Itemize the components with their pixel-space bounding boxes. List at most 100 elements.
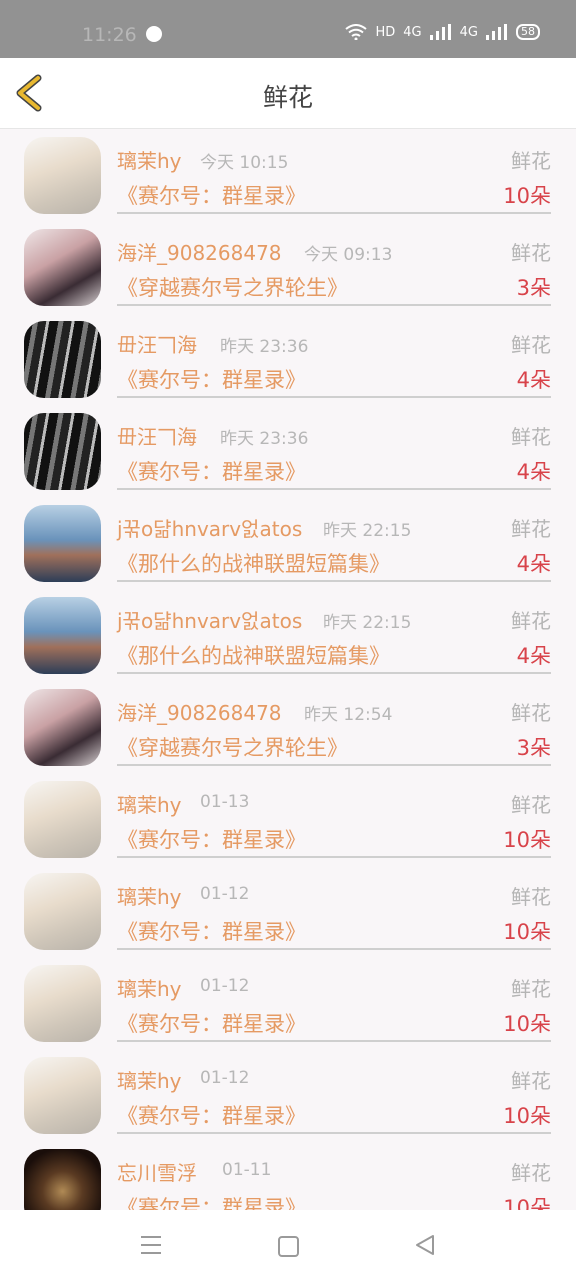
flower-count: 10朵 [503, 1104, 551, 1128]
battery-icon: 58 [516, 24, 540, 40]
flower-count: 4朵 [516, 368, 551, 392]
list-item[interactable]: 璃茉hy 今天 10:15 鲜花《赛尔号：群星录》 10朵 [0, 129, 576, 221]
timestamp: 昨天 22:15 [323, 521, 412, 541]
list-item[interactable]: 毌汪𠃍海 昨天 23:36 鲜花 《赛尔号：群星录》 4朵 [0, 405, 576, 497]
signal-icon [486, 24, 508, 40]
status-time: 11:26 [82, 24, 137, 46]
divider [117, 1040, 551, 1042]
gift-type: 鲜花 [511, 333, 551, 357]
divider [117, 856, 551, 858]
avatar[interactable] [24, 597, 101, 674]
list-item[interactable]: 璃茉hy 01-12 鲜花《赛尔号：群星录》 10朵 [0, 1049, 576, 1141]
gift-type: 鲜花 [511, 425, 551, 449]
book-title[interactable]: 《那什么的战神联盟短篇集》 [117, 640, 390, 670]
timestamp: 01-13 [200, 792, 250, 812]
divider [117, 396, 551, 398]
divider [117, 580, 551, 582]
user-name[interactable]: j꾺o댦hnvarv엀atos [117, 513, 302, 542]
timestamp: 01-12 [200, 884, 250, 904]
user-name[interactable]: j꾺o댦hnvarv엀atos [117, 605, 302, 634]
book-title[interactable]: 《赛尔号：群星录》 [117, 180, 306, 210]
book-title[interactable]: 《穿越赛尔号之界轮生》 [117, 272, 348, 302]
divider [117, 304, 551, 306]
wifi-icon [345, 24, 368, 40]
list-item[interactable]: j꾺o댦hnvarv엀atos 昨天 22:15 鲜花《那什么的战神联盟短篇集》 4朵 [0, 497, 576, 589]
timestamp: 今天 09:13 [304, 245, 393, 265]
menu-icon[interactable] [141, 1236, 161, 1254]
divider [117, 488, 551, 490]
timestamp: 01-12 [200, 1068, 250, 1088]
book-title[interactable]: 《赛尔号：群星录》 [117, 916, 306, 946]
book-title[interactable]: 《赛尔号：群星录》 [117, 824, 306, 854]
avatar[interactable] [24, 229, 101, 306]
list-item[interactable]: 毌汪𠃍海 昨天 23:36 鲜花《赛尔号：群星录》 4朵 [0, 313, 576, 405]
timestamp: 昨天 23:36 [220, 429, 309, 449]
list-item[interactable]: 海洋_908268478 今天 09:13 鲜花 《穿越赛尔号之界轮生》 3朵 [0, 221, 576, 313]
user-name[interactable]: 毌汪𠃍海 [117, 329, 197, 358]
avatar[interactable] [24, 781, 101, 858]
list-item[interactable]: 璃茉hy 01-13 鲜花《赛尔号：群星录》 10朵 [0, 773, 576, 865]
flower-count: 4朵 [516, 644, 551, 668]
timestamp: 昨天 23:36 [220, 337, 309, 357]
list-item[interactable]: 璃茉hy 01-12 鲜花《赛尔号：群星录》 10朵 [0, 957, 576, 1049]
gift-type: 鲜花 [511, 149, 551, 173]
book-title[interactable]: 《穿越赛尔号之界轮生》 [117, 732, 348, 762]
book-title[interactable]: 《赛尔号：群星录》 [117, 364, 306, 394]
gift-type: 鲜花 [511, 977, 551, 1001]
flower-count: 10朵 [503, 828, 551, 852]
user-name[interactable]: 璃茉hy [117, 789, 182, 818]
avatar[interactable] [24, 413, 101, 490]
user-name[interactable]: 璃茉hy [117, 1065, 182, 1094]
avatar[interactable] [24, 1149, 101, 1210]
avatar[interactable] [24, 873, 101, 950]
avatar[interactable] [24, 1057, 101, 1134]
timestamp: 昨天 12:54 [304, 705, 393, 725]
list-item[interactable]: j꾺o댦hnvarv엀atos 昨天 22:15 鲜花 《那什么的战神联盟短篇集》 4朵 [0, 589, 576, 681]
avatar[interactable] [24, 137, 101, 214]
divider [117, 1132, 551, 1134]
user-name[interactable]: 海洋_908268478 [117, 237, 282, 266]
flower-list: 璃茉hy 今天 10:15 鲜花 《赛尔号：群星录》 10朵 海洋_908268478 今天… [0, 129, 576, 1210]
network-label-1: 4G [403, 24, 422, 40]
home-button[interactable] [278, 1236, 299, 1257]
back-triangle-icon[interactable] [414, 1234, 436, 1256]
user-name[interactable]: 海洋_908268478 [117, 697, 282, 726]
book-title[interactable]: 《赛尔号：群星录》 [117, 1192, 306, 1210]
avatar[interactable] [24, 689, 101, 766]
gift-type: 鲜花 [511, 517, 551, 541]
book-title[interactable]: 《赛尔号：群星录》 [117, 456, 306, 486]
gift-type: 鲜花 [511, 1069, 551, 1093]
timestamp: 今天 10:15 [200, 153, 289, 173]
book-title[interactable]: 《赛尔号：群星录》 [117, 1100, 306, 1130]
gift-type: 鲜花 [511, 793, 551, 817]
divider [117, 948, 551, 950]
user-name[interactable]: 毌汪𠃍海 [117, 421, 197, 450]
app-header: 鲜花 [0, 58, 576, 129]
system-nav-bar [0, 1210, 576, 1280]
user-name[interactable]: 忘川雪浮 [117, 1157, 197, 1186]
globe-icon [146, 26, 162, 42]
timestamp: 01-11 [222, 1160, 272, 1180]
gift-type: 鲜花 [511, 1161, 551, 1185]
avatar[interactable] [24, 505, 101, 582]
user-name[interactable]: 璃茉hy [117, 973, 182, 1002]
status-icons: HD 4G 4G 58 [345, 24, 540, 40]
timestamp: 01-12 [200, 976, 250, 996]
status-bar: 11:26 HD 4G 4G 58 [0, 0, 576, 58]
flower-count: 4朵 [516, 552, 551, 576]
avatar[interactable] [24, 965, 101, 1042]
avatar[interactable] [24, 321, 101, 398]
flower-count: 10朵 [503, 1012, 551, 1036]
list-item[interactable]: 海洋_908268478 昨天 12:54 鲜花 《穿越赛尔号之界轮生》 3朵 [0, 681, 576, 773]
user-name[interactable]: 璃茉hy [117, 145, 182, 174]
user-name[interactable]: 璃茉hy [117, 881, 182, 910]
gift-type: 鲜花 [511, 241, 551, 265]
list-item[interactable]: 璃茉hy 01-12 鲜花 《赛尔号：群星录》 10朵 [0, 865, 576, 957]
list-item[interactable]: 忘川雪浮 01-11 鲜花 《赛尔号：群星录》 10朵 [0, 1141, 576, 1210]
timestamp: 昨天 22:15 [323, 613, 412, 633]
divider [117, 764, 551, 766]
book-title[interactable]: 《那什么的战神联盟短篇集》 [117, 548, 390, 578]
book-title[interactable]: 《赛尔号：群星录》 [117, 1008, 306, 1038]
gift-type: 鲜花 [511, 701, 551, 725]
flower-count: 10朵 [503, 184, 551, 208]
